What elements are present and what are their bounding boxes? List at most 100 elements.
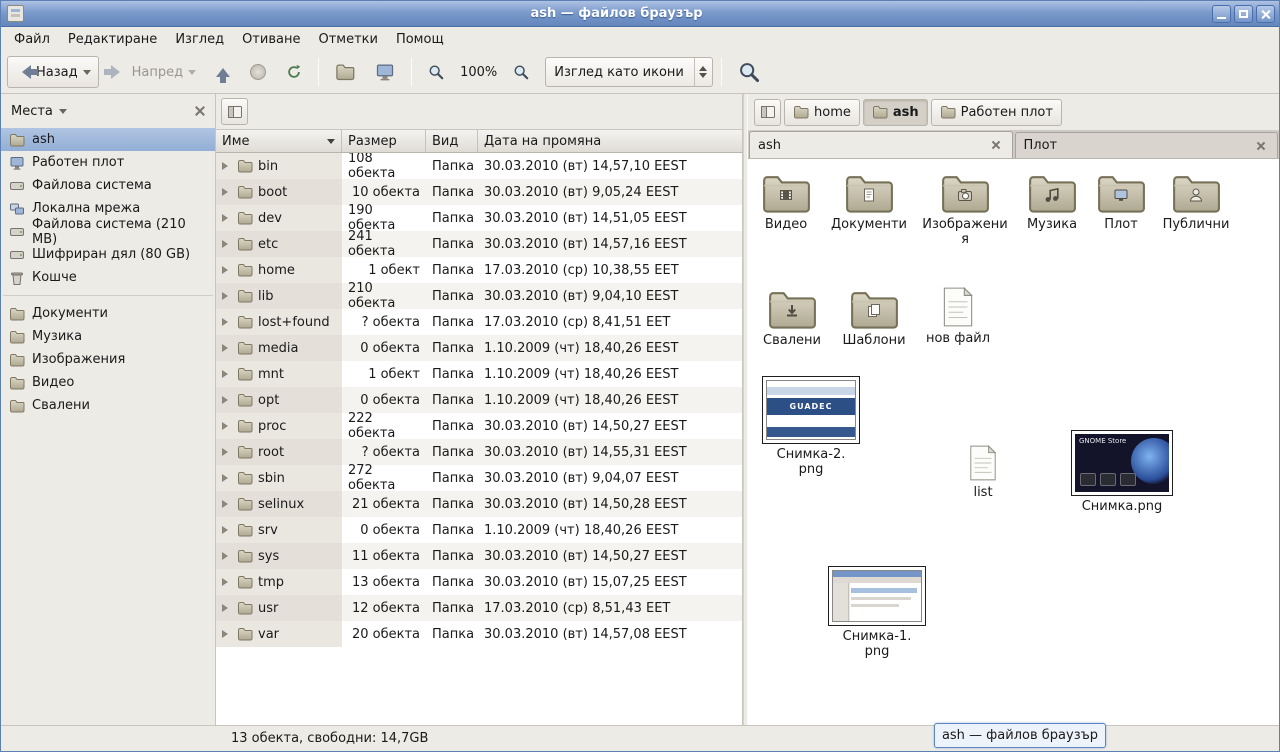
expander-icon[interactable]	[222, 552, 232, 560]
icon-item-photo[interactable]: GNOME Store Снимка.png	[1066, 430, 1178, 514]
table-row[interactable]: usr12 обектаПапка17.03.2010 (ср) 8,51,43…	[216, 595, 742, 621]
zoom-out-button[interactable]	[420, 56, 452, 88]
expander-icon[interactable]	[222, 214, 232, 222]
icon-item-images[interactable]: Изображения	[920, 172, 1010, 247]
path-button-home[interactable]: home	[784, 99, 860, 126]
sidebar-item-encrypted-80gb[interactable]: Шифриран дял (80 GB)	[1, 243, 215, 266]
icon-item-music[interactable]: Музика	[1016, 172, 1088, 232]
tab-ash[interactable]: ash	[749, 131, 1013, 158]
expander-icon[interactable]	[222, 318, 232, 326]
search-button[interactable]	[730, 56, 768, 88]
table-row[interactable]: proc222 обектаПапка30.03.2010 (вт) 14,50…	[216, 413, 742, 439]
menu-file[interactable]: Файл	[5, 29, 59, 50]
column-header-type[interactable]: Вид	[426, 130, 478, 152]
pane-toggle-button[interactable]	[221, 98, 248, 125]
column-header-size[interactable]: Размер	[342, 130, 426, 152]
expander-icon[interactable]	[222, 448, 232, 456]
expander-icon[interactable]	[222, 344, 232, 352]
expander-icon[interactable]	[222, 370, 232, 378]
table-row[interactable]: sbin272 обектаПапка30.03.2010 (вт) 9,04,…	[216, 465, 742, 491]
icon-item-templates[interactable]: Шаблони	[836, 288, 912, 348]
tab-close-icon[interactable]	[1253, 138, 1269, 154]
table-row[interactable]: var20 обектаПапка30.03.2010 (вт) 14,57,0…	[216, 621, 742, 647]
tab-plot[interactable]: Плот	[1015, 132, 1279, 158]
sidebar-close-icon[interactable]	[191, 102, 209, 120]
sidebar-item-downloads[interactable]: Свалени	[1, 394, 215, 417]
expander-icon[interactable]	[222, 266, 232, 274]
icon-item-desktop[interactable]: Плот	[1090, 172, 1152, 232]
up-button[interactable]	[208, 56, 238, 88]
expander-icon[interactable]	[222, 630, 232, 638]
icon-item-public[interactable]: Публични	[1156, 172, 1236, 232]
combo-spinner[interactable]	[694, 58, 712, 86]
icon-item-downloads[interactable]: Свалени	[756, 288, 828, 348]
table-row[interactable]: opt0 обектаПапка1.10.2009 (чт) 18,40,26 …	[216, 387, 742, 413]
forward-button[interactable]: Напред	[103, 56, 204, 88]
table-row[interactable]: lost+found? обектаПапка17.03.2010 (ср) 8…	[216, 309, 742, 335]
expander-icon[interactable]	[222, 188, 232, 196]
sidebar-title[interactable]: Места	[11, 104, 53, 119]
sidebar-item-desktop[interactable]: Работен плот	[1, 151, 215, 174]
menu-go[interactable]: Отиване	[233, 29, 309, 50]
stop-button[interactable]	[242, 56, 274, 88]
table-row[interactable]: srv0 обектаПапка1.10.2009 (чт) 18,40,26 …	[216, 517, 742, 543]
icon-item-documents[interactable]: Документи	[830, 172, 908, 232]
expander-icon[interactable]	[222, 474, 232, 482]
sidebar-item-documents[interactable]: Документи	[1, 302, 215, 325]
expander-icon[interactable]	[222, 240, 232, 248]
sidebar-item-ash[interactable]: ash	[1, 128, 215, 151]
path-button-ash[interactable]: ash	[863, 99, 928, 126]
table-row[interactable]: selinux21 обектаПапка30.03.2010 (вт) 14,…	[216, 491, 742, 517]
table-row[interactable]: etc241 обектаПапка30.03.2010 (вт) 14,57,…	[216, 231, 742, 257]
expander-icon[interactable]	[222, 162, 232, 170]
table-row[interactable]: mnt1 обектПапка1.10.2009 (чт) 18,40,26 E…	[216, 361, 742, 387]
folder-icon	[237, 184, 253, 200]
table-row[interactable]: bin108 обектаПапка30.03.2010 (вт) 14,57,…	[216, 153, 742, 179]
home-button[interactable]	[327, 56, 363, 88]
table-row[interactable]: home1 обектПапка17.03.2010 (ср) 10,38,55…	[216, 257, 742, 283]
maximize-button[interactable]	[1234, 5, 1253, 23]
sidebar-item-music[interactable]: Музика	[1, 325, 215, 348]
column-header-name[interactable]: Име	[216, 130, 342, 152]
table-row[interactable]: lib210 обектаПапка30.03.2010 (вт) 9,04,1…	[216, 283, 742, 309]
computer-button[interactable]	[367, 56, 403, 88]
pathbar-root-button[interactable]	[754, 99, 781, 126]
sidebar-item-pictures[interactable]: Изображения	[1, 348, 215, 371]
window-list-button[interactable]: ash — файлов браузър	[934, 723, 1106, 748]
icon-item-listfile[interactable]: list	[953, 444, 1013, 500]
icon-item-newfile[interactable]: нов файл	[920, 286, 996, 346]
zoom-in-button[interactable]	[505, 56, 537, 88]
expander-icon[interactable]	[222, 578, 232, 586]
table-row[interactable]: tmp13 обектаПапка30.03.2010 (вт) 15,07,2…	[216, 569, 742, 595]
table-row[interactable]: sys11 обектаПапка30.03.2010 (вт) 14,50,2…	[216, 543, 742, 569]
menu-edit[interactable]: Редактиране	[59, 29, 166, 50]
expander-icon[interactable]	[222, 292, 232, 300]
menu-view[interactable]: Изглед	[166, 29, 233, 50]
back-button[interactable]: Назад	[7, 56, 99, 88]
expander-icon[interactable]	[222, 604, 232, 612]
sidebar-item-filesystem-210mb[interactable]: Файлова система (210 MB)	[1, 220, 215, 243]
icon-item-photo2[interactable]: GUADEC Снимка-2.png	[758, 376, 864, 477]
minimize-button[interactable]	[1212, 5, 1231, 23]
view-mode-combo[interactable]: Изглед като икони	[545, 57, 713, 87]
path-button-desktop[interactable]: Работен плот	[931, 99, 1062, 126]
menu-help[interactable]: Помощ	[387, 29, 453, 50]
reload-button[interactable]	[278, 56, 310, 88]
menu-bookmarks[interactable]: Отметки	[309, 29, 386, 50]
table-row[interactable]: dev190 обектаПапка30.03.2010 (вт) 14,51,…	[216, 205, 742, 231]
expander-icon[interactable]	[222, 422, 232, 430]
expander-icon[interactable]	[222, 500, 232, 508]
tab-close-icon[interactable]	[988, 137, 1004, 153]
expander-icon[interactable]	[222, 396, 232, 404]
table-row[interactable]: boot10 обектаПапка30.03.2010 (вт) 9,05,2…	[216, 179, 742, 205]
table-row[interactable]: media0 обектаПапка1.10.2009 (чт) 18,40,2…	[216, 335, 742, 361]
icon-item-video[interactable]: Видео	[748, 172, 824, 232]
sidebar-item-filesystem[interactable]: Файлова система	[1, 174, 215, 197]
sidebar-item-video[interactable]: Видео	[1, 371, 215, 394]
sidebar-item-trash[interactable]: Кошче	[1, 266, 215, 289]
icon-item-photo1[interactable]: Снимка-1.png	[826, 566, 928, 659]
close-button[interactable]	[1256, 5, 1275, 23]
expander-icon[interactable]	[222, 526, 232, 534]
column-header-date[interactable]: Дата на промяна	[478, 130, 742, 152]
table-row[interactable]: root? обектаПапка30.03.2010 (вт) 14,55,3…	[216, 439, 742, 465]
